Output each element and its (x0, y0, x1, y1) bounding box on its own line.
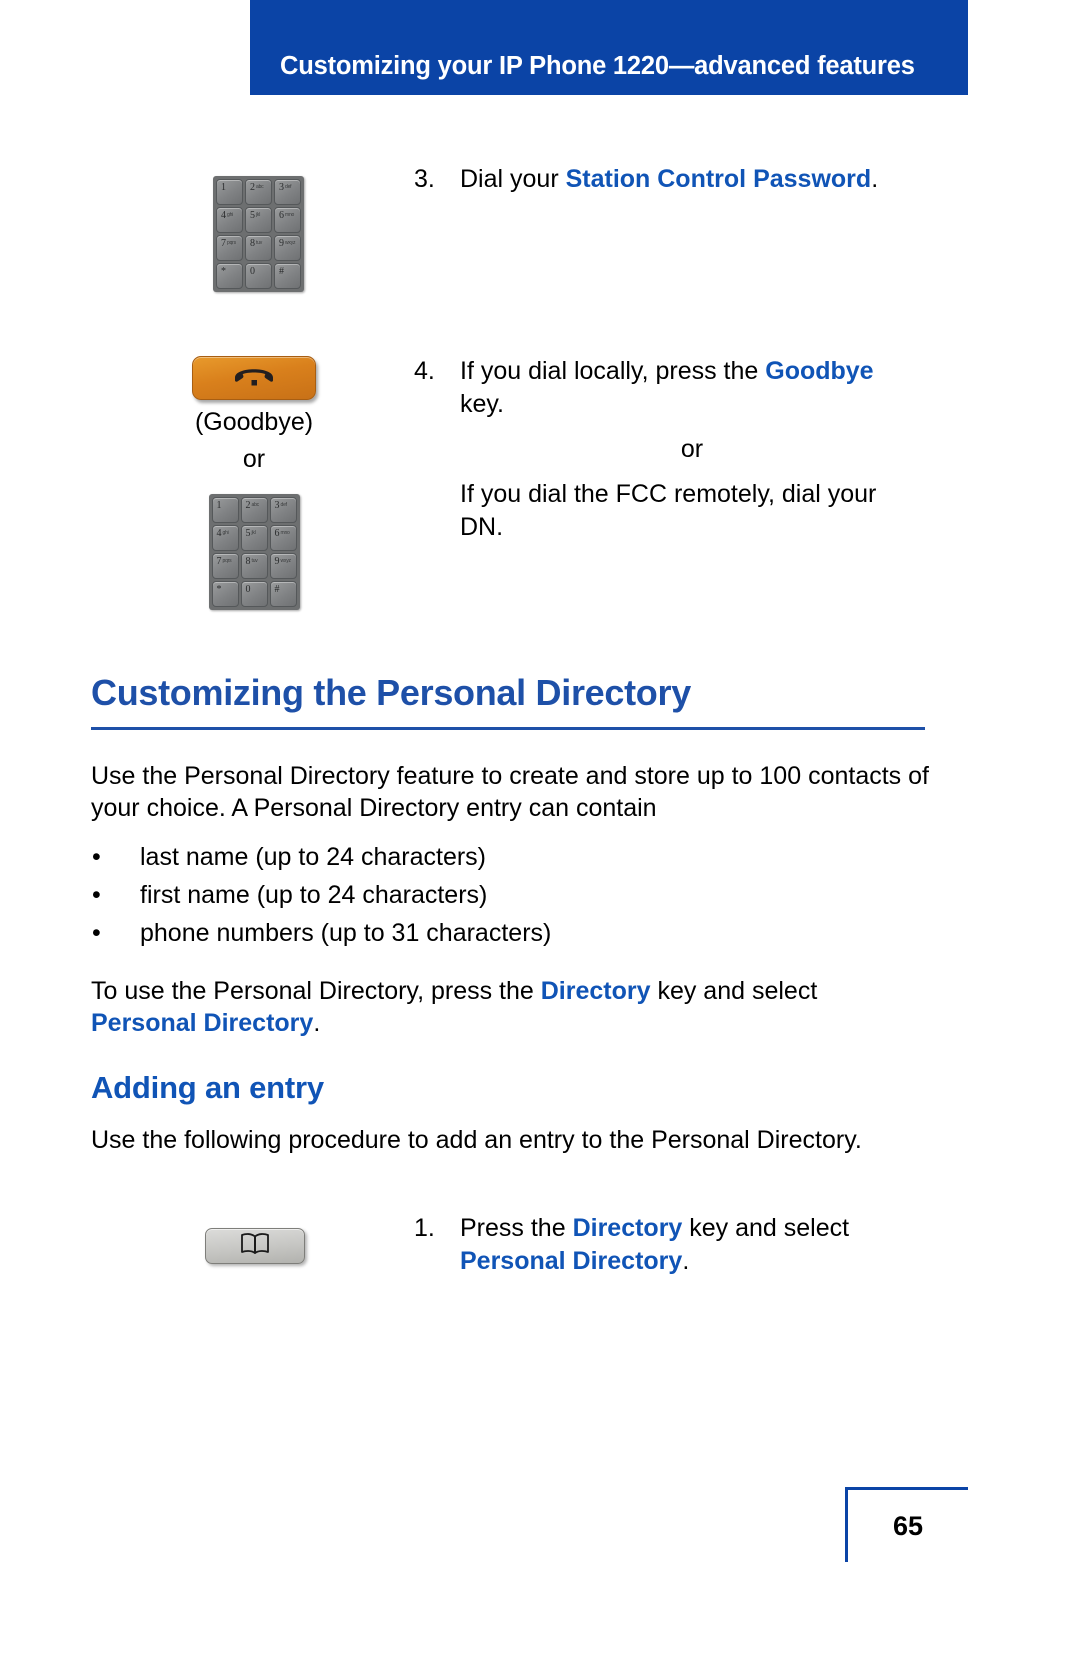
keypad-key-9: 9 wxyz (274, 235, 301, 261)
step-4-line2: If you dial the FCC remotely, dial your … (460, 480, 877, 541)
handset-hangup-icon (232, 365, 276, 392)
bullet-dot-icon: • (92, 881, 101, 909)
keypad-key-hash: # (274, 263, 301, 289)
page-header-title: Customizing your IP Phone 1220—advanced … (280, 52, 915, 80)
keypad-key-2: 2 abc (245, 179, 272, 205)
step-4-text: If you dial locally, press the Goodbye k… (460, 355, 924, 544)
step-4-or: or (680, 435, 704, 463)
step-1-bold-directory: Directory (572, 1214, 683, 1242)
step-1-number: 1. (414, 1214, 435, 1242)
keypad2-key-5: 5 jkl (240, 525, 268, 551)
keypad2-key-9: 9 wxyz (269, 553, 297, 579)
keypad2-key-2: 2 abc (240, 497, 268, 523)
step-3-text-after: . (871, 165, 879, 193)
keypad-icon: 1 2 abc 3 def 4 ghi 5 jkl 6 mno 7 pqrs 8 tuv 9w… (213, 176, 304, 292)
keypad-key-4: 4 ghi (216, 207, 243, 233)
subsection-intro-paragraph: Use the following procedure to add an en… (91, 1126, 862, 1154)
step-1-bold-personal-directory: Personal Directory (460, 1247, 683, 1275)
step-4-icon-group: (Goodbye) or 1 2 abc 3 def 4 ghi 5 jkl 6 mno … (174, 356, 334, 610)
keypad-key-0: 0 (245, 263, 272, 289)
keypad2-key-4: 4 ghi (211, 525, 239, 551)
page-number: 65 (892, 1510, 924, 1541)
step-4-line1-after: key. (460, 390, 504, 418)
keypad-key-6: 6 mno (274, 207, 301, 233)
step-3-icon-keypad: 1 2 abc 3 def 4 ghi 5 jkl 6 mno 7 pqrs 8 tuv 9w… (213, 176, 304, 292)
keypad2-key-1: 1 (211, 497, 239, 523)
keypad2-key-hash: # (269, 581, 297, 607)
list-item-label: phone numbers (up to 31 characters) (140, 919, 552, 947)
goodbye-key-button[interactable] (192, 356, 316, 400)
usage-text-after: . (313, 1009, 321, 1037)
keypad-key-5: 5 jkl (245, 207, 272, 233)
keypad2-key-0: 0 (240, 581, 268, 607)
step-4-line1-before: If you dial locally, press the (460, 357, 766, 385)
goodbye-icon-or: or (242, 445, 266, 473)
list-item-label: first name (up to 24 characters) (140, 881, 488, 909)
section-heading: Customizing the Personal Directory (91, 672, 691, 713)
step-4-number: 4. (414, 357, 435, 385)
subsection-heading: Adding an entry (91, 1070, 324, 1105)
step-3-bold-term: Station Control Password (565, 165, 872, 193)
keypad-key-star: * (216, 263, 243, 289)
keypad-key-8: 8 tuv (245, 235, 272, 261)
list-item: • last name (up to 24 characters) (91, 838, 851, 876)
page-number-box: 65 (845, 1487, 968, 1562)
section-heading-rule (91, 727, 925, 730)
step-1-text-before: Press the (460, 1214, 573, 1242)
usage-paragraph: To use the Personal Directory, press the… (91, 975, 891, 1039)
directory-key-button[interactable] (205, 1228, 305, 1264)
keypad2-key-8: 8 tuv (240, 553, 268, 579)
feature-bullet-list: • last name (up to 24 characters) • firs… (91, 838, 851, 952)
keypad-key-7: 7 pqrs (216, 235, 243, 261)
step-1-text: Press the Directory key and select Perso… (460, 1212, 910, 1278)
keypad2-key-7: 7 pqrs (211, 553, 239, 579)
open-book-icon (240, 1233, 270, 1260)
step-4-bold-goodbye: Goodbye (765, 357, 874, 385)
keypad2-key-6: 6 mno (269, 525, 297, 551)
goodbye-icon-caption: (Goodbye) (194, 408, 314, 436)
step-1-text-middle: key and select (682, 1214, 850, 1242)
keypad-key-1: 1 (216, 179, 243, 205)
step-3-number: 3. (414, 165, 435, 193)
list-item: • first name (up to 24 characters) (91, 876, 851, 914)
bullet-dot-icon: • (92, 843, 101, 871)
keypad-icon-2: 1 2 abc 3 def 4 ghi 5 jkl 6 mno 7 pqrs 8 tuv 9w… (208, 494, 300, 610)
usage-text-before: To use the Personal Directory, press the (91, 977, 541, 1005)
section-intro-paragraph: Use the Personal Directory feature to cr… (91, 762, 929, 822)
keypad-key-3: 3 def (274, 179, 301, 205)
list-item: • phone numbers (up to 31 characters) (91, 914, 851, 952)
usage-text-middle: key and select (650, 977, 818, 1005)
step-4-row: 4. If you dial locally, press the Goodby… (414, 355, 924, 544)
keypad2-key-star: * (211, 581, 239, 607)
step-3-text: Dial your Station Control Password. (460, 163, 878, 196)
bullet-dot-icon: • (92, 919, 101, 947)
keypad2-key-3: 3 def (269, 497, 297, 523)
usage-bold-directory: Directory (540, 977, 651, 1005)
step-3-text-before: Dial your (460, 165, 566, 193)
step-3-row: 3. Dial your Station Control Password. (414, 163, 934, 196)
step-1-icon-directory (205, 1228, 305, 1264)
step-1-text-after: . (682, 1247, 690, 1275)
step-1-row: 1. Press the Directory key and select Pe… (414, 1212, 914, 1278)
header-banner: Customizing your IP Phone 1220—advanced … (250, 0, 968, 95)
list-item-label: last name (up to 24 characters) (140, 843, 486, 871)
usage-bold-personal-directory: Personal Directory (91, 1009, 314, 1037)
